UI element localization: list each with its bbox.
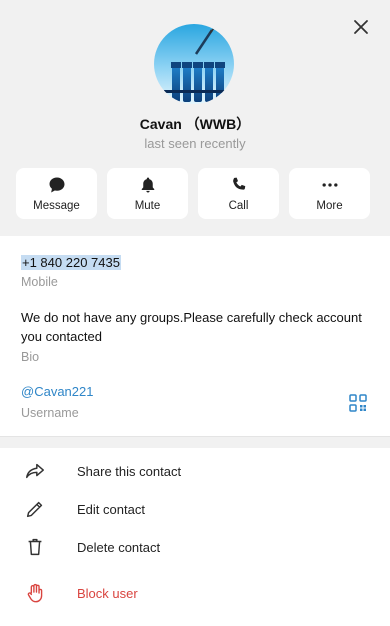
avatar[interactable] <box>154 24 234 104</box>
call-label: Call <box>228 200 249 212</box>
pencil-icon <box>26 501 43 518</box>
qr-code-icon[interactable] <box>349 394 367 412</box>
phone-number[interactable]: +1 840 220 7435 <box>21 255 121 270</box>
bio-label: Bio <box>21 350 40 364</box>
more-icon <box>322 183 337 187</box>
contact-info-panel: Cavan （WWB） last seen recently Message M… <box>0 0 390 626</box>
message-label: Message <box>33 200 80 212</box>
mute-button[interactable]: Mute <box>107 168 188 219</box>
contact-actions-menu: Share this contact Edit contact Delete c… <box>0 452 390 612</box>
hand-icon <box>27 583 43 603</box>
edit-contact-label: Edit contact <box>77 501 145 517</box>
contact-details: +1 840 220 7435 Mobile We do not have an… <box>0 236 390 436</box>
edit-contact-item[interactable]: Edit contact <box>0 490 390 528</box>
delete-contact-item[interactable]: Delete contact <box>0 528 390 566</box>
bell-icon <box>141 177 154 193</box>
block-user-label: Block user <box>77 585 138 601</box>
share-icon <box>26 463 44 479</box>
message-icon <box>49 177 64 193</box>
action-bar: Message Mute Call More <box>16 168 370 219</box>
mute-label: Mute <box>134 200 161 212</box>
phone-label: Mobile <box>21 275 58 289</box>
profile-header: Cavan （WWB） last seen recently Message M… <box>0 0 390 236</box>
delete-contact-label: Delete contact <box>77 539 161 555</box>
message-button[interactable]: Message <box>16 168 97 219</box>
username-link[interactable]: @Cavan221 <box>21 384 93 399</box>
more-button[interactable]: More <box>289 168 370 219</box>
last-seen-status: last seen recently <box>144 136 246 151</box>
close-icon[interactable] <box>350 16 372 38</box>
contact-name: Cavan （WWB） <box>139 116 251 132</box>
call-button[interactable]: Call <box>198 168 279 219</box>
share-contact-label: Share this contact <box>77 463 182 479</box>
username-label: Username <box>21 406 79 420</box>
section-divider <box>0 436 390 448</box>
trash-icon <box>28 538 42 556</box>
phone-icon <box>232 177 245 190</box>
share-contact-item[interactable]: Share this contact <box>0 452 390 490</box>
more-label: More <box>316 200 343 212</box>
bio-text[interactable]: We do not have any groups.Please careful… <box>21 308 371 346</box>
block-user-item[interactable]: Block user <box>0 574 390 612</box>
